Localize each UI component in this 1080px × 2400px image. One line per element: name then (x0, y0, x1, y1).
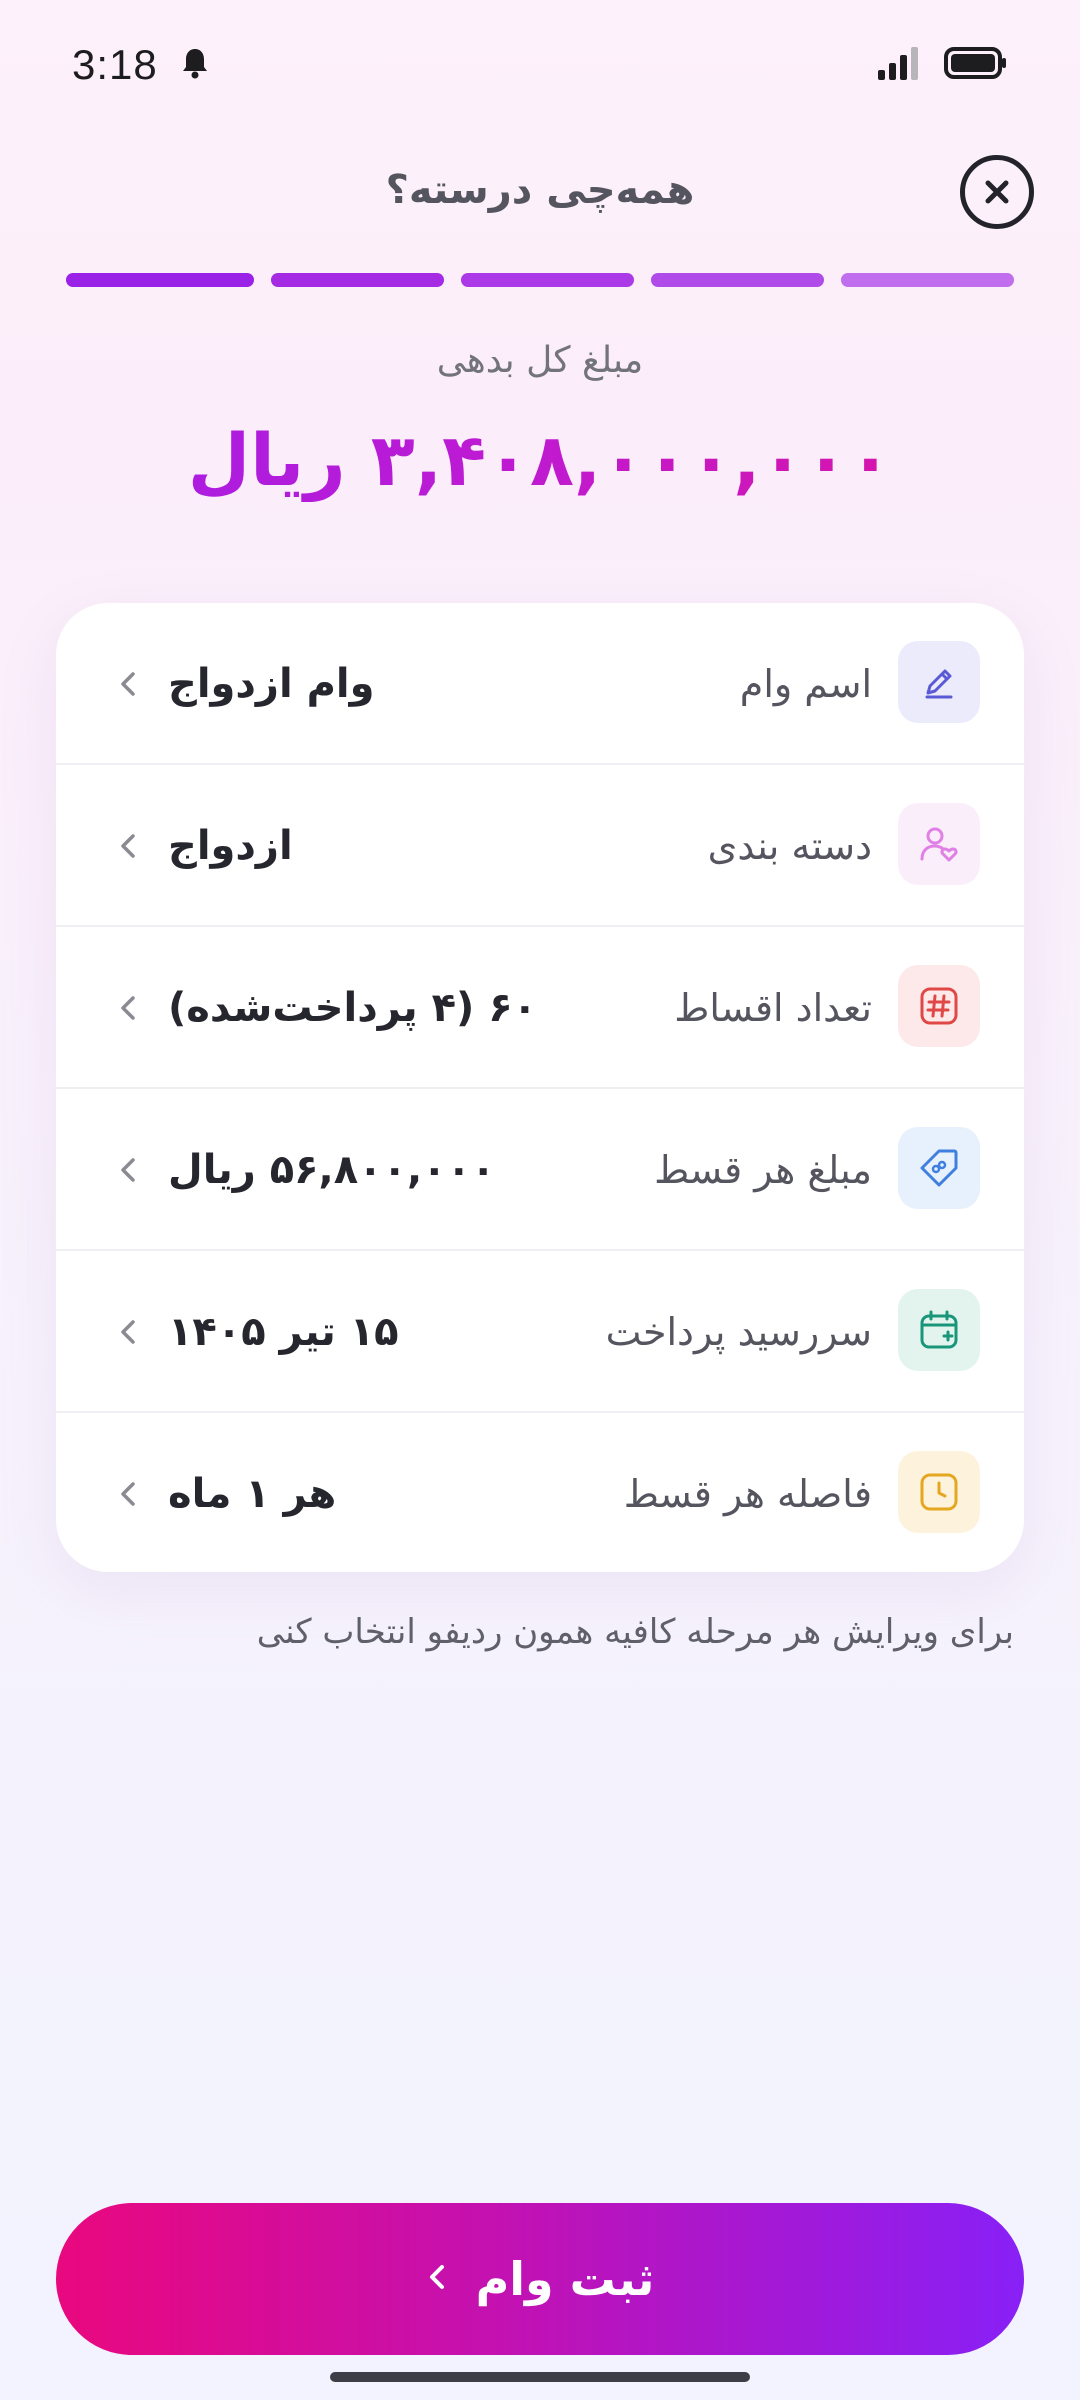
chevron-left-icon (112, 1251, 144, 1413)
cellular-signal-icon (878, 46, 922, 84)
calendar-plus-icon (920, 1310, 958, 1349)
detail-label: مبلغ هر قسط (654, 1148, 872, 1192)
progress-step-3 (461, 273, 634, 287)
close-button[interactable] (960, 155, 1034, 229)
chevron-left-icon (112, 927, 144, 1089)
chevron-left-icon (112, 765, 144, 927)
chevron-left-icon (112, 603, 144, 765)
detail-row-installment-interval[interactable]: فاصله هر قسط هر ۱ ماه (56, 1413, 1024, 1572)
detail-row-loan-name[interactable]: اسم وام وام ازدواج (56, 603, 1024, 765)
step-progress (66, 273, 1014, 287)
chevron-left-icon (426, 2260, 448, 2298)
tag-icon (920, 1149, 958, 1187)
status-right (878, 46, 1008, 84)
detail-label: سررسید پرداخت (605, 1310, 872, 1354)
pencil-icon (925, 669, 953, 699)
progress-step-4 (651, 273, 824, 287)
detail-label: فاصله هر قسط (623, 1472, 872, 1516)
home-indicator[interactable] (330, 2372, 750, 2382)
row-icon-box (898, 965, 980, 1047)
hash-icon (920, 987, 958, 1025)
close-icon (985, 180, 1009, 204)
user-heart-icon (920, 827, 958, 862)
detail-value: ۱۵ تیر ۱۴۰۵ (168, 1309, 399, 1355)
detail-label: اسم وام (739, 662, 872, 706)
submit-loan-label: ثبت وام (475, 2252, 655, 2306)
detail-label: دسته بندی (707, 824, 872, 868)
progress-step-1 (66, 273, 254, 287)
status-left: 3:18 (72, 41, 210, 89)
detail-row-installment-amount[interactable]: مبلغ هر قسط ۵۶,۸۰۰,۰۰۰ ریال (56, 1089, 1024, 1251)
detail-label: تعداد اقساط (674, 986, 872, 1030)
total-debt-label: مبلغ کل بدهی (436, 340, 644, 381)
detail-row-category[interactable]: دسته بندی ازدواج (56, 765, 1024, 927)
progress-step-5 (841, 273, 1014, 287)
detail-row-due-date[interactable]: سررسید پرداخت ۱۵ تیر ۱۴۰۵ (56, 1251, 1024, 1413)
battery-icon (944, 46, 1008, 84)
loan-details-card: اسم وام وام ازدواج دسته بندی ازدواج تعدا… (56, 603, 1024, 1572)
detail-value: ۵۶,۸۰۰,۰۰۰ ریال (168, 1147, 496, 1193)
status-time: 3:18 (72, 41, 158, 88)
row-icon-box (898, 803, 980, 885)
row-icon-box (898, 641, 980, 723)
submit-loan-button[interactable]: ثبت وام (56, 2203, 1024, 2355)
clock-icon (920, 1473, 958, 1511)
detail-value: ۶۰ (۴ پرداخت‌شده) (168, 985, 538, 1031)
detail-value: ازدواج (168, 823, 293, 869)
row-icon-box (898, 1289, 980, 1371)
edit-hint-text: برای ویرایش هر مرحله کافیه همون ردیفو ان… (256, 1612, 1014, 1652)
notification-bell-icon (180, 46, 210, 84)
total-debt-amount: ۳,۴۰۸,۰۰۰,۰۰۰ ریال (0, 418, 1080, 502)
detail-value: هر ۱ ماه (168, 1471, 337, 1517)
row-icon-box (898, 1451, 980, 1533)
detail-row-installment-count[interactable]: تعداد اقساط ۶۰ (۴ پرداخت‌شده) (56, 927, 1024, 1089)
status-bar: 3:18 (0, 0, 1080, 130)
chevron-left-icon (112, 1089, 144, 1251)
page-title: همه‌چی درسته؟ (385, 167, 695, 213)
chevron-left-icon (112, 1413, 144, 1572)
detail-value: وام ازدواج (168, 661, 375, 707)
header: همه‌چی درسته؟ (0, 150, 1080, 240)
progress-step-2 (271, 273, 444, 287)
row-icon-box (898, 1127, 980, 1209)
